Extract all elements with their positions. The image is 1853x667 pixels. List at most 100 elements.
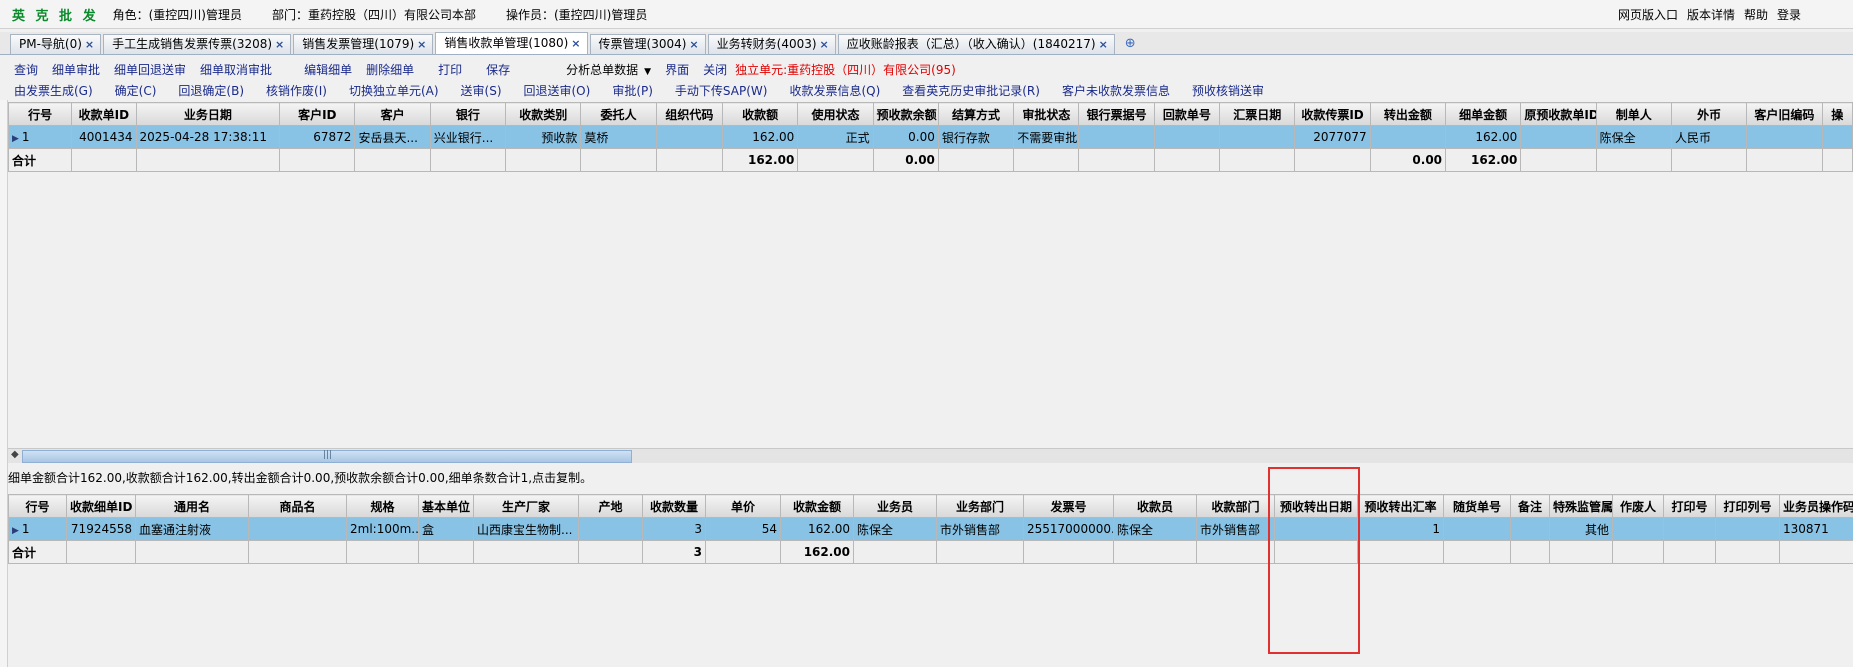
- upload-sap-button[interactable]: 手动下传SAP(W): [675, 82, 768, 99]
- close-icon[interactable]: ×: [1099, 35, 1108, 54]
- table-cell[interactable]: 162.00: [721, 125, 799, 149]
- table-cell[interactable]: 3: [642, 517, 706, 541]
- table-cell[interactable]: 山西康宝生物制...: [473, 517, 579, 541]
- table-cell[interactable]: 陈保全: [1113, 517, 1197, 541]
- column-header[interactable]: 银行: [429, 102, 507, 126]
- column-header[interactable]: 收款单ID: [71, 102, 137, 126]
- column-header[interactable]: 收款额: [721, 102, 799, 126]
- detail-approve-button[interactable]: 细单审批: [52, 61, 100, 78]
- table-cell[interactable]: 陈保全: [853, 517, 937, 541]
- table-cell[interactable]: 盒: [418, 517, 474, 541]
- column-header[interactable]: 审批状态: [1013, 102, 1080, 126]
- column-header[interactable]: 作废人: [1612, 494, 1664, 518]
- table-cell[interactable]: 市外销售部: [1196, 517, 1275, 541]
- column-header[interactable]: 汇票日期: [1219, 102, 1296, 126]
- table-cell[interactable]: 安岳县天...: [354, 125, 431, 149]
- table-cell[interactable]: 其他: [1549, 517, 1613, 541]
- close-icon[interactable]: ×: [85, 35, 94, 54]
- close-icon[interactable]: ×: [689, 35, 698, 54]
- table-cell[interactable]: 2077077: [1294, 125, 1371, 149]
- tab-business-finance[interactable]: 业务转财务(4003) ×: [707, 34, 836, 54]
- rollback-review-button[interactable]: 回退送审(O): [524, 82, 591, 99]
- column-header[interactable]: 随货单号: [1443, 494, 1511, 518]
- table-cell[interactable]: 不需要审批: [1013, 125, 1080, 149]
- column-header[interactable]: 规格: [346, 494, 419, 518]
- column-header[interactable]: 转出金额: [1369, 102, 1447, 126]
- table-cell[interactable]: [1153, 125, 1221, 149]
- write-off-void-button[interactable]: 核销作废(I): [266, 82, 327, 99]
- column-header[interactable]: 基本单位: [418, 494, 474, 518]
- column-header[interactable]: 通用名: [135, 494, 249, 518]
- rollback-confirm-button[interactable]: 回退确定(B): [178, 82, 244, 99]
- close-icon[interactable]: ×: [417, 35, 426, 54]
- tab-aging-report[interactable]: 应收账龄报表（汇总）（收入确认）(1840217) ×: [837, 34, 1115, 54]
- query-button[interactable]: 查询: [14, 61, 38, 78]
- summary-status[interactable]: 细单金额合计162.00,收款额合计162.00,转出金额合计0.00,预收款余…: [8, 469, 592, 486]
- save-button[interactable]: 保存: [486, 61, 510, 78]
- table-cell[interactable]: 2ml:100m...: [346, 517, 419, 541]
- table-cell[interactable]: [1510, 517, 1550, 541]
- column-header[interactable]: 备注: [1510, 494, 1550, 518]
- detail-rollback-button[interactable]: 细单回退送审: [114, 61, 186, 78]
- table-cell[interactable]: 162.00: [1445, 125, 1522, 149]
- column-header[interactable]: 收款金额: [780, 494, 854, 518]
- confirm-button[interactable]: 确定(C): [115, 82, 157, 99]
- column-header[interactable]: 细单金额: [1445, 102, 1522, 126]
- column-header[interactable]: 行号: [8, 494, 67, 518]
- column-header[interactable]: 业务员: [853, 494, 937, 518]
- generate-from-invoice-button[interactable]: 由发票生成(G): [14, 82, 93, 99]
- column-header[interactable]: 打印号: [1663, 494, 1716, 518]
- table-cell[interactable]: 130871: [1779, 517, 1853, 541]
- tab-voucher[interactable]: 传票管理(3004) ×: [589, 34, 706, 54]
- tab-manual-invoice[interactable]: 手工生成销售发票传票(3208) ×: [103, 34, 292, 54]
- table-cell[interactable]: [1443, 517, 1511, 541]
- tab-sales-receipt[interactable]: 销售收款单管理(1080) ×: [435, 32, 588, 54]
- column-header[interactable]: 打印列号: [1715, 494, 1780, 518]
- receipt-invoice-info-button[interactable]: 收款发票信息(Q): [789, 82, 880, 99]
- column-header[interactable]: 银行票据号: [1078, 102, 1155, 126]
- column-header[interactable]: 产地: [578, 494, 643, 518]
- column-header[interactable]: 原预收款单ID: [1520, 102, 1597, 126]
- column-header[interactable]: 预收转出汇率: [1357, 494, 1444, 518]
- table-cell[interactable]: 莫桥: [580, 125, 657, 149]
- analysis-dropdown[interactable]: 分析总单数据 ▼: [566, 61, 651, 78]
- table-cell[interactable]: [1746, 125, 1823, 149]
- table-cell[interactable]: [248, 517, 347, 541]
- table-cell[interactable]: 银行存款: [937, 125, 1015, 149]
- table-cell[interactable]: 陈保全: [1595, 125, 1672, 149]
- table-cell[interactable]: 正式: [797, 125, 874, 149]
- column-header[interactable]: 收款数量: [642, 494, 706, 518]
- table-cell[interactable]: 0.00: [872, 125, 939, 149]
- switch-unit-button[interactable]: 切换独立单元(A): [349, 82, 439, 99]
- table-cell[interactable]: [1612, 517, 1664, 541]
- column-header[interactable]: 委托人: [580, 102, 657, 126]
- login-link[interactable]: 登录: [1777, 6, 1801, 23]
- table-cell[interactable]: 162.00: [780, 517, 854, 541]
- table-cell[interactable]: [1219, 125, 1296, 149]
- column-header[interactable]: 外币: [1670, 102, 1748, 126]
- column-header[interactable]: 操: [1821, 102, 1853, 126]
- prepay-writeoff-review-button[interactable]: 预收核销送审: [1192, 82, 1264, 99]
- table-cell[interactable]: [1078, 125, 1155, 149]
- column-header[interactable]: 收款传票ID: [1294, 102, 1371, 126]
- layout-button[interactable]: 界面: [665, 61, 689, 78]
- unpaid-invoice-button[interactable]: 客户未收款发票信息: [1062, 82, 1170, 99]
- add-tab-icon[interactable]: ⊕: [1125, 36, 1136, 51]
- table-cell[interactable]: [655, 125, 723, 149]
- table-row[interactable]: ▶ 1 4001434 2025-04-28 17:38:11 67872 安岳县天...…: [7, 125, 1853, 149]
- table-cell[interactable]: ▶ 1: [7, 125, 73, 149]
- column-header[interactable]: 发票号: [1023, 494, 1114, 518]
- column-header[interactable]: 收款类别: [505, 102, 582, 126]
- column-header[interactable]: 行号: [7, 102, 73, 126]
- table-cell[interactable]: 预收款: [505, 125, 582, 149]
- submit-review-button[interactable]: 送审(S): [461, 82, 502, 99]
- column-header[interactable]: 使用状态: [797, 102, 874, 126]
- table-row[interactable]: ▶ 1 71924558 血塞通注射液 2ml:100m... 盒山西康宝生物制... 3 5…: [8, 517, 1853, 541]
- column-header[interactable]: 业务部门: [936, 494, 1024, 518]
- version-link[interactable]: 版本详情: [1687, 6, 1735, 23]
- table-cell[interactable]: 67872: [279, 125, 356, 149]
- table-cell[interactable]: 25517000000...: [1023, 517, 1114, 541]
- table-cell[interactable]: ▶ 1: [8, 517, 67, 541]
- close-icon[interactable]: ×: [820, 35, 829, 54]
- table-cell[interactable]: 血塞通注射液: [135, 517, 249, 541]
